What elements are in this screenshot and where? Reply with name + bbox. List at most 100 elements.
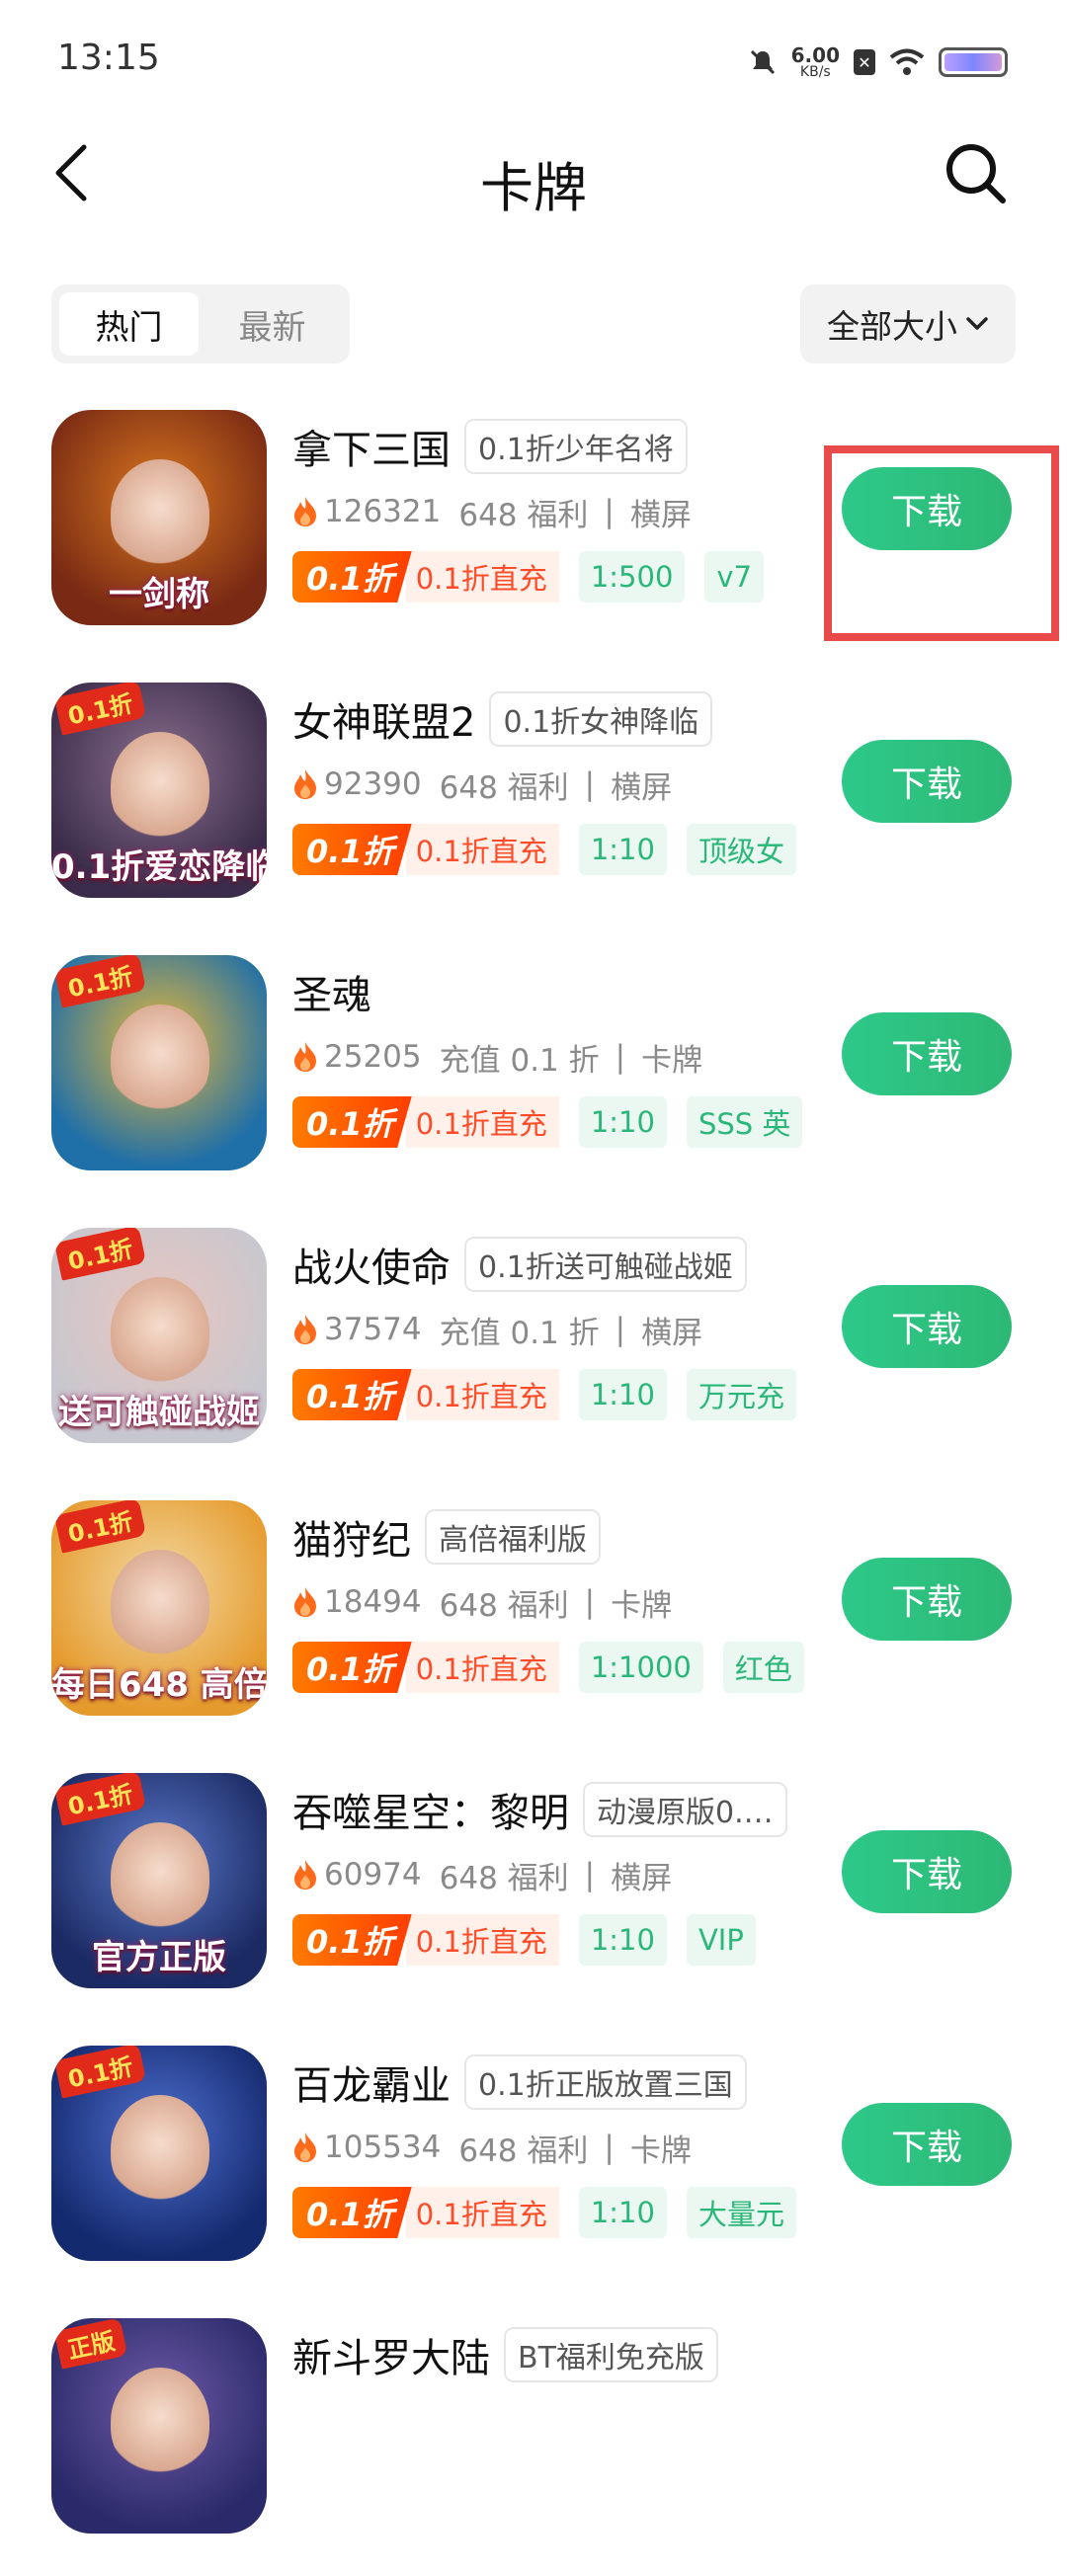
download-button[interactable]: 下载 (842, 2103, 1012, 2186)
game-list-item[interactable]: 0.1折 官方正版 吞噬星空：黎明 动漫原版0.… 60974 648 福利 |… (0, 1758, 1067, 2031)
discount-label: 0.1折 (292, 824, 412, 875)
game-info: 战火使命 0.1折送可触碰战姬 37574 充值 0.1 折 | 横屏 0.1折… (292, 1233, 826, 1420)
game-info: 拿下三国 0.1折少年名将 126321 648 福利 | 横屏 0.1折 0.… (292, 415, 826, 603)
game-tagline: 高倍福利版 (425, 1509, 601, 1565)
download-button[interactable]: 下载 (842, 740, 1012, 823)
feature-tag: 顶级女 (686, 824, 796, 875)
download-count: 18494 (324, 1584, 422, 1620)
game-name: 新斗罗大陆 (292, 2336, 490, 2381)
divider: | (604, 494, 615, 529)
discount-tag: 0.1折 0.1折直充 (292, 1096, 559, 1148)
status-bar: 13:15 6.00 KB/s ✕ (0, 0, 1067, 119)
game-icon[interactable]: 0.1折 (51, 2046, 267, 2261)
divider: | (604, 2130, 615, 2165)
divider: | (584, 1857, 596, 1892)
title-row: 猫狩纪 高倍福利版 (292, 1505, 826, 1569)
title-row: 新斗罗大陆 BT福利免充版 (292, 2323, 826, 2386)
feature-tag: VIP (686, 1914, 756, 1966)
feature-tag: 1:10 (578, 2187, 667, 2238)
game-list-item[interactable]: 0.1折 百龙霸业 0.1折正版放置三国 105534 648 福利 | 卡牌 (0, 2031, 1067, 2303)
game-icon[interactable]: 0.1折 每日648 高倍福利版 (51, 1500, 267, 1716)
game-list-item[interactable]: 正版 新斗罗大陆 BT福利免充版 (0, 2303, 1067, 2576)
feature-tag: 1:10 (578, 824, 667, 875)
title-row: 百龙霸业 0.1折正版放置三国 (292, 2051, 826, 2114)
divider: | (584, 1584, 596, 1620)
icon-badge: 0.1折 (53, 955, 146, 1008)
game-tagline: 动漫原版0.… (583, 1782, 787, 1837)
discount-tag: 0.1折 0.1折直充 (292, 1369, 559, 1420)
benefit-label: 充值 0.1 折 (439, 1042, 600, 1079)
size-filter-dropdown[interactable]: 全部大小 (800, 284, 1016, 363)
wifi-icon (889, 48, 925, 75)
flame-icon (294, 1587, 316, 1617)
icon-badge: 正版 (53, 2318, 128, 2370)
character-art (111, 1550, 209, 1658)
tags-row: 0.1折 0.1折直充 1:10 VIP (292, 1914, 806, 1966)
page-title: 卡牌 (480, 157, 587, 219)
status-icons: 6.00 KB/s ✕ (748, 38, 1008, 87)
game-icon[interactable]: 0.1折 送可触碰战姬 (51, 1228, 267, 1443)
download-button[interactable]: 下载 (842, 1558, 1012, 1641)
meta-row: 60974 648 福利 | 横屏 (292, 1849, 826, 1900)
feature-tag: 1:10 (578, 1369, 667, 1420)
divider: | (584, 766, 596, 802)
mute-icon (750, 49, 775, 75)
game-info: 新斗罗大陆 BT福利免充版 (292, 2323, 826, 2386)
character-art (111, 2368, 209, 2476)
icon-badge: 0.1折 (53, 1500, 146, 1554)
net-speed: 6.00 KB/s (791, 45, 840, 79)
discount-caption: 0.1折直充 (405, 1096, 559, 1148)
game-icon-art: 0.1折 (51, 2046, 267, 2261)
meta-row: 126321 648 福利 | 横屏 (292, 486, 826, 537)
game-list-item[interactable]: 0.1折 0.1折爱恋降临 女神联盟2 0.1折女神降临 92390 648 福… (0, 668, 1067, 940)
character-art (111, 1277, 209, 1386)
character-art (111, 732, 209, 841)
discount-label: 0.1折 (292, 1369, 412, 1420)
game-icon-art: 一剑称 (51, 410, 267, 625)
filter-bar: 热门 最新 全部大小 (51, 284, 1016, 363)
benefit-label: 648 福利 (439, 1860, 569, 1896)
icon-badge: 0.1折 (53, 1228, 146, 1281)
download-button[interactable]: 下载 (842, 1830, 1012, 1913)
feature-tag: v7 (704, 551, 765, 603)
game-list: 一剑称 拿下三国 0.1折少年名将 126321 648 福利 | 横屏 0.1… (0, 395, 1067, 2576)
flame-icon (294, 1860, 316, 1890)
tab-hot[interactable]: 热门 (59, 292, 199, 356)
search-button[interactable] (941, 138, 1012, 209)
sort-tabs: 热门 最新 (51, 284, 350, 363)
feature-tag: 1:500 (578, 551, 686, 603)
title-row: 吞噬星空：黎明 动漫原版0.… (292, 1778, 826, 1841)
tags-row: 0.1折 0.1折直充 1:1000 红色 (292, 1642, 806, 1693)
download-button[interactable]: 下载 (842, 1012, 1012, 1095)
game-icon[interactable]: 一剑称 (51, 410, 267, 625)
game-name: 猫狩纪 (292, 1518, 411, 1564)
game-list-item[interactable]: 0.1折 每日648 高倍福利版 猫狩纪 高倍福利版 18494 648 福利 … (0, 1486, 1067, 1758)
category-label: 横屏 (629, 497, 692, 533)
game-icon[interactable]: 0.1折 (51, 955, 267, 1170)
game-info: 猫狩纪 高倍福利版 18494 648 福利 | 卡牌 0.1折 0.1折直充 (292, 1505, 826, 1693)
tags-row: 0.1折 0.1折直充 1:10 SSS 英 (292, 1096, 806, 1148)
tab-newest[interactable]: 最新 (203, 292, 342, 356)
game-icon[interactable]: 正版 (51, 2318, 267, 2534)
download-button[interactable]: 下载 (842, 1285, 1012, 1368)
meta-row: 37574 充值 0.1 折 | 横屏 (292, 1304, 826, 1355)
discount-tag: 0.1折 0.1折直充 (292, 1914, 559, 1966)
game-icon-art: 0.1折 送可触碰战姬 (51, 1228, 267, 1443)
size-filter-label: 全部大小 (827, 307, 957, 346)
search-icon (946, 144, 1006, 203)
benefit-label: 648 福利 (458, 497, 589, 533)
discount-label: 0.1折 (292, 1096, 412, 1148)
divider: | (615, 1039, 626, 1075)
game-list-item[interactable]: 0.1折 送可触碰战姬 战火使命 0.1折送可触碰战姬 37574 充值 0.1… (0, 1213, 1067, 1486)
game-name: 拿下三国 (292, 428, 451, 473)
download-count: 25205 (324, 1039, 422, 1075)
category-label: 卡牌 (629, 2133, 692, 2169)
status-time: 13:15 (57, 38, 160, 78)
title-row: 女神联盟2 0.1折女神降临 (292, 687, 826, 751)
icon-badge: 0.1折 (53, 2046, 146, 2099)
icon-badge: 0.1折 (53, 1773, 146, 1826)
game-icon[interactable]: 0.1折 官方正版 (51, 1773, 267, 1988)
game-icon[interactable]: 0.1折 0.1折爱恋降临 (51, 683, 267, 898)
flame-icon (294, 1315, 316, 1344)
game-list-item[interactable]: 0.1折 圣魂 25205 充值 0.1 折 | 卡牌 0.1折 0.1折直充 … (0, 940, 1067, 1213)
